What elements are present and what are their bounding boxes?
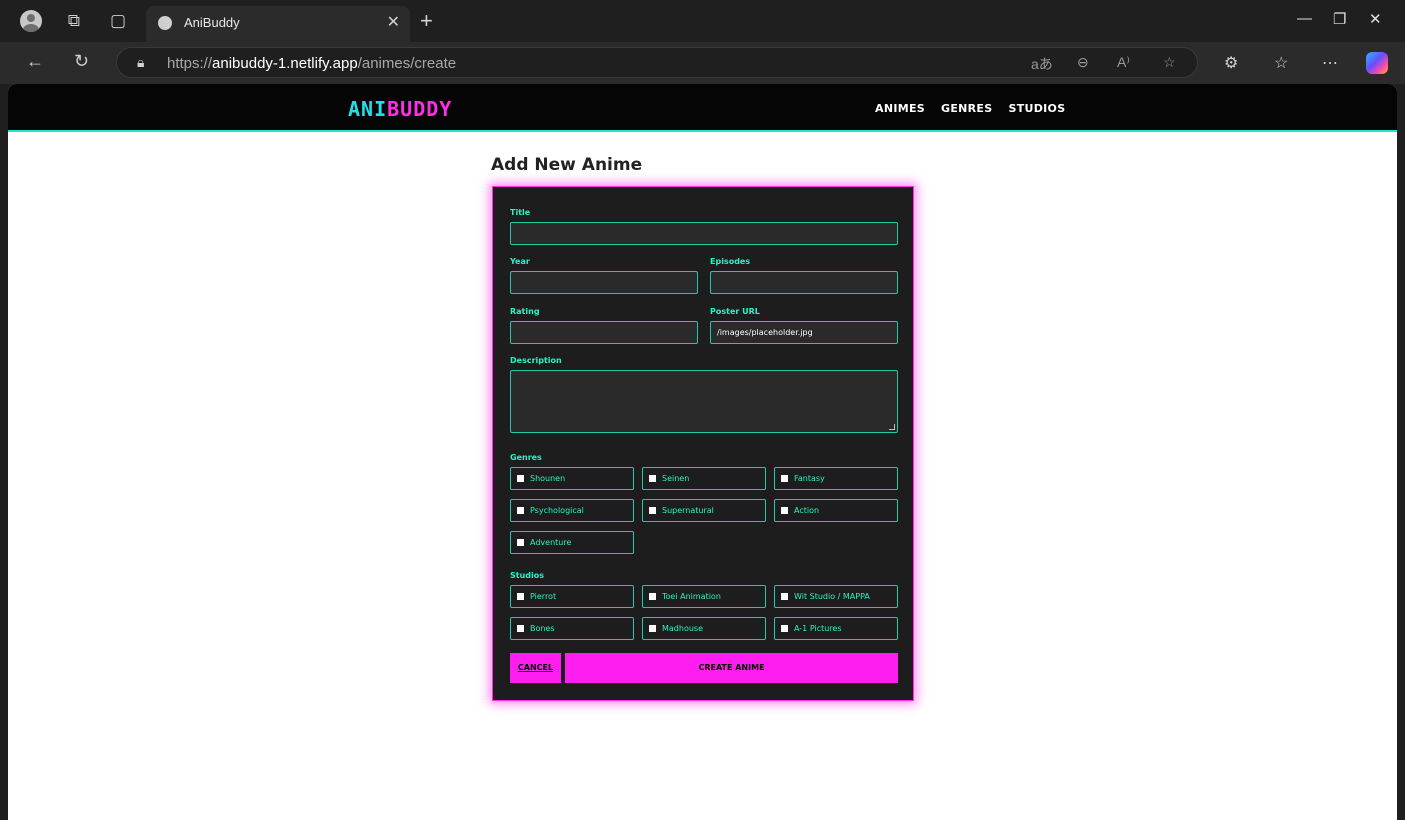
- back-icon[interactable]: ←: [26, 51, 44, 72]
- genre-checkbox-supernatural[interactable]: Supernatural: [642, 499, 766, 522]
- url-scheme: https://: [167, 55, 213, 72]
- browser-tab-bar: ⧉ ▢ AniBuddy ✕ + — ❐ ✕: [0, 0, 1405, 42]
- logo-part-ani: ANI: [348, 97, 388, 121]
- genre-label: Fantasy: [794, 474, 825, 483]
- genre-checkbox-fantasy[interactable]: Fantasy: [774, 467, 898, 490]
- studio-checkbox-pierrot[interactable]: Pierrot: [510, 585, 634, 608]
- page-viewport: ANIBUDDY ANIMES GENRES STUDIOS Add New A…: [8, 84, 1397, 820]
- favorites-icon[interactable]: ☆: [1274, 53, 1288, 73]
- genre-checkbox-psychological[interactable]: Psychological: [510, 499, 634, 522]
- close-tab-icon[interactable]: ✕: [387, 12, 400, 32]
- rating-input[interactable]: [510, 321, 698, 344]
- studio-label: Toei Animation: [662, 592, 721, 601]
- genre-label: Shounen: [530, 474, 566, 483]
- title-label: Title: [510, 208, 531, 217]
- studios-label: Studios: [510, 571, 545, 580]
- nav-animes[interactable]: ANIMES: [875, 102, 925, 115]
- checkbox-icon[interactable]: [781, 507, 788, 514]
- logo-part-buddy: BUDDY: [387, 97, 453, 121]
- page-title: Add New Anime: [491, 155, 643, 175]
- checkbox-icon[interactable]: [649, 625, 656, 632]
- year-input[interactable]: [510, 271, 698, 294]
- extensions-icon[interactable]: ⚙: [1224, 53, 1238, 73]
- checkbox-icon[interactable]: [649, 507, 656, 514]
- read-aloud-icon[interactable]: A⁾: [1117, 54, 1130, 71]
- checkbox-icon[interactable]: [517, 625, 524, 632]
- url-host: anibuddy-1.netlify.app: [212, 55, 358, 72]
- studio-checkbox-bones[interactable]: Bones: [510, 617, 634, 640]
- studio-checkbox-a1[interactable]: A-1 Pictures: [774, 617, 898, 640]
- poster-url-input[interactable]: /images/placeholder.jpg: [710, 321, 898, 344]
- translate-icon[interactable]: aあ: [1031, 54, 1053, 74]
- episodes-label: Episodes: [710, 257, 751, 266]
- studio-checkbox-toei[interactable]: Toei Animation: [642, 585, 766, 608]
- checkbox-icon[interactable]: [517, 507, 524, 514]
- genre-checkbox-shounen[interactable]: Shounen: [510, 467, 634, 490]
- description-label: Description: [510, 356, 562, 365]
- reload-icon[interactable]: ↻: [74, 51, 89, 72]
- genre-label: Supernatural: [662, 506, 714, 515]
- copilot-icon[interactable]: [1366, 52, 1388, 74]
- site-navbar: ANIBUDDY ANIMES GENRES STUDIOS: [8, 84, 1397, 132]
- address-bar[interactable]: 🔒︎ https://anibuddy-1.netlify.app/animes…: [116, 47, 1198, 78]
- genre-label: Action: [794, 506, 820, 515]
- title-input[interactable]: [510, 222, 898, 245]
- url-path: /animes/create: [357, 55, 457, 72]
- restore-icon[interactable]: ❐: [1333, 10, 1346, 28]
- close-window-icon[interactable]: ✕: [1369, 10, 1382, 28]
- add-anime-form: Title Year Episodes Rating Poster URL /i…: [492, 186, 914, 701]
- url-text: https://anibuddy-1.netlify.app/animes/cr…: [167, 55, 456, 72]
- nav-genres[interactable]: GENRES: [941, 102, 992, 115]
- checkbox-icon[interactable]: [781, 593, 788, 600]
- genre-label: Psychological: [530, 506, 584, 515]
- checkbox-icon[interactable]: [517, 539, 524, 546]
- genre-label: Seinen: [662, 474, 690, 483]
- studio-checkbox-wit-mappa[interactable]: Wit Studio / MAPPA: [774, 585, 898, 608]
- studio-label: Bones: [530, 624, 555, 633]
- new-tab-icon[interactable]: +: [420, 8, 433, 34]
- episodes-input[interactable]: [710, 271, 898, 294]
- checkbox-icon[interactable]: [517, 475, 524, 482]
- studio-label: Wit Studio / MAPPA: [794, 592, 870, 601]
- checkbox-icon[interactable]: [649, 593, 656, 600]
- site-logo[interactable]: ANIBUDDY: [348, 97, 452, 121]
- genre-label: Adventure: [530, 538, 572, 547]
- studio-label: Pierrot: [530, 592, 557, 601]
- studio-label: A-1 Pictures: [794, 624, 842, 633]
- tab-title: AniBuddy: [184, 15, 240, 30]
- workspaces-icon[interactable]: ⧉: [62, 11, 86, 31]
- genres-label: Genres: [510, 453, 542, 462]
- create-anime-button[interactable]: CREATE ANIME: [565, 653, 898, 683]
- profile-avatar-icon[interactable]: [20, 10, 42, 32]
- nav-links: ANIMES GENRES STUDIOS: [875, 102, 1065, 115]
- browser-tab[interactable]: AniBuddy ✕: [146, 6, 410, 42]
- site-info-icon[interactable]: 🔒︎: [137, 54, 144, 71]
- rating-label: Rating: [510, 307, 540, 316]
- genre-checkbox-action[interactable]: Action: [774, 499, 898, 522]
- studio-checkbox-madhouse[interactable]: Madhouse: [642, 617, 766, 640]
- zoom-icon[interactable]: ⊖: [1077, 54, 1089, 71]
- favorite-star-icon[interactable]: ☆: [1163, 54, 1176, 71]
- genre-checkbox-seinen[interactable]: Seinen: [642, 467, 766, 490]
- tab-actions-icon[interactable]: ▢: [106, 11, 130, 31]
- checkbox-icon[interactable]: [517, 593, 524, 600]
- more-menu-icon[interactable]: ⋯: [1322, 53, 1338, 73]
- nav-studios[interactable]: STUDIOS: [1008, 102, 1065, 115]
- cancel-button[interactable]: CANCEL: [510, 653, 561, 683]
- studio-label: Madhouse: [662, 624, 704, 633]
- checkbox-icon[interactable]: [781, 625, 788, 632]
- description-textarea[interactable]: [510, 370, 898, 433]
- minimize-icon[interactable]: —: [1297, 10, 1312, 27]
- genre-checkbox-adventure[interactable]: Adventure: [510, 531, 634, 554]
- site-favicon-icon: [158, 16, 172, 30]
- resize-handle-icon[interactable]: [889, 424, 895, 430]
- year-label: Year: [510, 257, 530, 266]
- checkbox-icon[interactable]: [649, 475, 656, 482]
- browser-toolbar: ← ↻ 🔒︎ https://anibuddy-1.netlify.app/an…: [0, 42, 1405, 84]
- poster-url-label: Poster URL: [710, 307, 760, 316]
- checkbox-icon[interactable]: [781, 475, 788, 482]
